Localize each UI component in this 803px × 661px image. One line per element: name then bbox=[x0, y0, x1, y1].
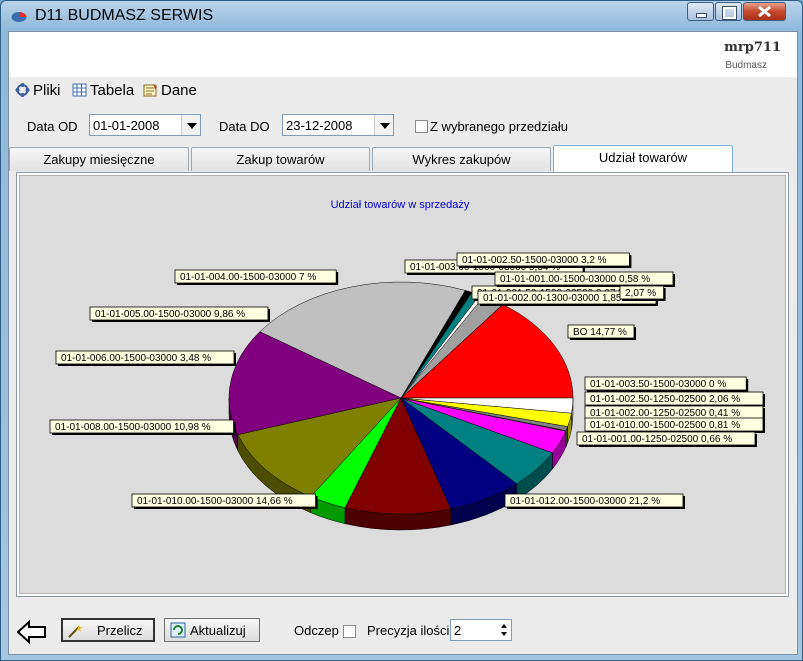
menu-tabela-label: Tabela bbox=[90, 82, 135, 99]
svg-text:01-01-006.00-1500-03000 3,48 %: 01-01-006.00-1500-03000 3,48 % bbox=[61, 353, 211, 364]
przelicz-label: Przelicz bbox=[97, 623, 143, 638]
app-window: D11 BUDMASZ SERWIS mrp711 Budmasz Pliki bbox=[0, 0, 803, 661]
window-title: D11 BUDMASZ SERWIS bbox=[35, 7, 214, 24]
svg-text:01-01-001.00-1500-03000 0,58 %: 01-01-001.00-1500-03000 0,58 % bbox=[500, 274, 650, 285]
refresh-icon bbox=[170, 622, 186, 638]
slice-label: 01-01-005.00-1500-03000 9,86 % bbox=[89, 306, 270, 322]
tab-wykres-zakupow[interactable]: Wykres zakupów bbox=[372, 147, 551, 171]
date-to-combo[interactable]: 23-12-2008 bbox=[282, 114, 394, 136]
bottom-toolbar: Przelicz Aktualizuj Odczep Precyzja iloś… bbox=[9, 598, 797, 654]
maximize-button[interactable] bbox=[715, 2, 742, 21]
app-icon bbox=[11, 12, 27, 22]
aktualizuj-label: Aktualizuj bbox=[190, 623, 246, 638]
range-label: Z wybranego przedziału bbox=[430, 119, 569, 134]
svg-text:01-01-012.00-1500-03000 21,2 %: 01-01-012.00-1500-03000 21,2 % bbox=[510, 496, 660, 507]
svg-text:BO 14,77 %: BO 14,77 % bbox=[573, 327, 627, 338]
tab-panel: Udział towarów w sprzedaży BO 14,77 % 01-0… bbox=[16, 172, 789, 597]
date-from-label: Data OD bbox=[27, 119, 78, 134]
wand-icon bbox=[68, 624, 83, 638]
maximize-icon bbox=[722, 6, 737, 20]
odczep-checkbox[interactable] bbox=[343, 625, 356, 638]
slice-label: 01-01-002.50-1500-03000 3,2 % bbox=[456, 252, 632, 268]
chevron-down-icon[interactable] bbox=[374, 115, 393, 135]
spinner-arrows-icon[interactable] bbox=[497, 620, 511, 640]
tab-label: Wykres zakupów bbox=[412, 152, 511, 167]
menu-dane-label: Dane bbox=[161, 82, 197, 99]
slice-label: 01-01-002.50-1250-02500 2,06 % bbox=[584, 391, 765, 407]
svg-text:01-01-002.50-1500-03000 3,2 %: 01-01-002.50-1500-03000 3,2 % bbox=[462, 255, 607, 266]
client-area: mrp711 Budmasz Pliki Tabela Dane Data OD… bbox=[8, 31, 798, 655]
przelicz-button[interactable]: Przelicz bbox=[61, 618, 155, 642]
tab-label: Udział towarów bbox=[598, 150, 688, 165]
brand-subtitle: Budmasz bbox=[725, 60, 767, 71]
svg-text:01-01-001.00-1250-02500 0,66 %: 01-01-001.00-1250-02500 0,66 % bbox=[582, 434, 732, 445]
slice-label: 01-01-012.00-1500-03000 21,2 % bbox=[504, 493, 685, 509]
tab-label: Zakupy miesięczne bbox=[43, 152, 155, 167]
slice-label: 01-01-010.00-1500-02500 0,81 % bbox=[584, 417, 765, 433]
date-to-label: Data DO bbox=[219, 119, 270, 134]
date-to-value: 23-12-2008 bbox=[286, 118, 353, 133]
slice-label: 01-01-008.00-1500-03000 10,98 % bbox=[49, 419, 236, 435]
svg-text:01-01-010.00-1500-02500 0,81 %: 01-01-010.00-1500-02500 0,81 % bbox=[590, 420, 740, 431]
brand-header: mrp711 Budmasz bbox=[9, 32, 797, 77]
files-icon bbox=[15, 83, 30, 97]
slice-label: 2,07 % bbox=[619, 285, 666, 301]
svg-text:01-01-002.00-1300-03000 1,85 %: 01-01-002.00-1300-03000 1,85 % bbox=[483, 293, 633, 304]
pie-chart: Udział towarów w sprzedaży BO 14,77 % 01-0… bbox=[49, 199, 765, 531]
pie-chart-area: Udział towarów w sprzedaży BO 14,77 % 01-0… bbox=[19, 175, 786, 594]
precyzja-value: 2 bbox=[454, 623, 462, 638]
aktualizuj-button[interactable]: Aktualizuj bbox=[164, 618, 260, 642]
tab-udzial-towarow[interactable]: Udział towarów bbox=[553, 145, 733, 172]
chevron-down-icon[interactable] bbox=[181, 115, 200, 135]
svg-text:01-01-002.50-1250-02500 2,06 %: 01-01-002.50-1250-02500 2,06 % bbox=[590, 394, 740, 405]
svg-text:01-01-003.50-1500-03000 0 %: 01-01-003.50-1500-03000 0 % bbox=[590, 379, 726, 390]
data-icon bbox=[143, 84, 157, 97]
menu-tabela[interactable]: Tabela bbox=[72, 82, 134, 99]
precyzja-spinner[interactable]: 2 bbox=[450, 619, 512, 641]
svg-text:01-01-010.00-1500-03000 14,66: 01-01-010.00-1500-03000 14,66 % bbox=[137, 496, 293, 507]
svg-text:01-01-004.00-1500-03000 7 %: 01-01-004.00-1500-03000 7 % bbox=[180, 272, 316, 283]
brand-name: mrp711 bbox=[724, 40, 781, 55]
range-checkbox[interactable] bbox=[415, 120, 428, 133]
tab-zakup-towarow[interactable]: Zakup towarów bbox=[191, 147, 370, 171]
close-button[interactable] bbox=[743, 2, 786, 21]
date-from-value: 01-01-2008 bbox=[93, 118, 160, 133]
odczep-label: Odczep bbox=[294, 623, 339, 638]
slice-label: 01-01-004.00-1500-03000 7 % bbox=[174, 269, 339, 285]
menu-pliki-label: Pliki bbox=[33, 82, 61, 99]
chart-title: Udział towarów w sprzedaży bbox=[331, 199, 470, 211]
tab-zakupy-miesieczne[interactable]: Zakupy miesięczne bbox=[9, 147, 189, 171]
table-icon bbox=[72, 83, 87, 97]
menu-pliki[interactable]: Pliki bbox=[15, 82, 61, 99]
date-from-combo[interactable]: 01-01-2008 bbox=[89, 114, 201, 136]
minimize-button[interactable] bbox=[687, 2, 714, 21]
tab-label: Zakup towarów bbox=[236, 152, 325, 167]
svg-text:01-01-002.00-1250-02500 0,41 %: 01-01-002.00-1250-02500 0,41 % bbox=[590, 408, 740, 419]
back-arrow-icon[interactable] bbox=[17, 620, 47, 644]
minimize-icon bbox=[696, 13, 707, 18]
slice-label: 01-01-010.00-1500-03000 14,66 % bbox=[131, 493, 318, 509]
title-bar: D11 BUDMASZ SERWIS bbox=[1, 1, 802, 31]
slice-label: BO 14,77 % bbox=[567, 324, 636, 340]
slice-label: 01-01-001.00-1500-03000 0,58 % bbox=[494, 271, 675, 287]
svg-text:01-01-005.00-1500-03000 9,86 %: 01-01-005.00-1500-03000 9,86 % bbox=[95, 309, 245, 320]
close-icon bbox=[758, 5, 771, 18]
menu-dane[interactable]: Dane bbox=[143, 82, 197, 99]
svg-text:01-01-008.00-1500-03000 10,98: 01-01-008.00-1500-03000 10,98 % bbox=[55, 422, 211, 433]
slice-label: 01-01-001.00-1250-02500 0,66 % bbox=[576, 431, 757, 447]
slice-label: 01-01-006.00-1500-03000 3,48 % bbox=[55, 350, 236, 366]
slice-label: 01-01-003.50-1500-03000 0 % bbox=[584, 376, 749, 392]
precyzja-label: Precyzja ilości bbox=[367, 623, 450, 638]
svg-text:2,07 %: 2,07 % bbox=[625, 288, 656, 299]
